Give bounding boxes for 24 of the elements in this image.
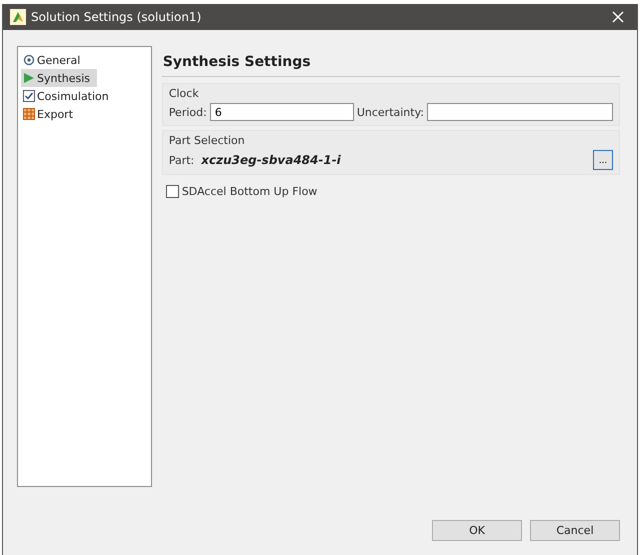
app-logo-icon [10,9,26,25]
group-title: Clock [168,86,200,102]
tree-item[interactable]: Cosimulation [21,87,111,105]
tree-item[interactable]: Export [21,105,97,123]
tree-item[interactable]: General [21,51,97,69]
part-value: xczu3eg-sbva484-1-i [201,153,342,167]
tree-item[interactable]: Synthesis [21,69,97,87]
checkbox-label: SDAccel Bottom Up Flow [182,185,318,198]
play-icon [23,72,35,84]
window-title: Solution Settings (solution1) [31,10,202,24]
checkbox-icon [23,90,35,102]
checkbox[interactable] [166,185,179,198]
group-title: Part Selection [168,133,246,149]
uncertainty-field[interactable] [427,103,613,121]
field-label: Part: [168,154,194,166]
period-field[interactable]: 6 [210,103,354,121]
browse-button[interactable]: ... [593,150,613,170]
page-title: Synthesis Settings [162,46,620,77]
dialog-button[interactable]: Cancel [530,520,620,541]
grid-icon [23,108,35,120]
dialog-button[interactable]: OK [432,520,522,541]
field-label: Period: [168,106,207,118]
field-label: Uncertainty: [356,106,424,118]
close-icon [612,11,624,23]
